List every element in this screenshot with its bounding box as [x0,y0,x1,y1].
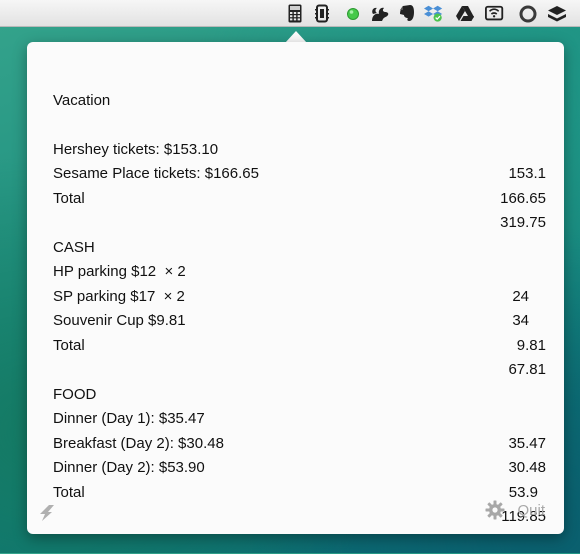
section-heading-line[interactable]: CASH [53,211,546,256]
total-line[interactable]: Total 119.85 [53,456,546,526]
total-label: Total [53,336,85,354]
dropbox-icon[interactable] [424,4,444,23]
result-value: 9.81 [516,336,546,354]
expression-line[interactable]: SP parking $17 × 2 34 [53,260,546,330]
expression-line[interactable]: Souvenir Cup $9.81 9.81 [53,285,546,354]
quit-button[interactable]: Quit [517,502,545,519]
total-line[interactable]: Total 67.81 [53,309,546,379]
calculation-sheet[interactable]: Vacation Hershey tickets: $153.10 153.1 … [53,64,546,526]
expression-line[interactable]: HP parking $12 × 2 24 [53,236,546,305]
circle-icon[interactable] [518,4,538,23]
squirrel-icon[interactable] [370,4,390,23]
expression-line[interactable]: Hershey tickets: $153.10 153.1 [53,113,546,183]
sheet-title-line[interactable]: Vacation [53,64,546,109]
calculator-icon[interactable] [285,4,305,23]
memory-clean-icon[interactable] [312,4,332,23]
google-drive-icon[interactable] [455,4,475,23]
gear-icon[interactable] [485,500,505,520]
expression-line[interactable]: Dinner (Day 1): $35.47 35.47 [53,383,546,452]
calculator-popover: Vacation Hershey tickets: $153.10 153.1 … [27,42,564,534]
expression-line[interactable]: Sesame Place tickets: $166.65 166.65 [53,138,546,207]
evernote-icon[interactable] [397,4,417,23]
footer-controls: Quit [485,500,545,520]
expression-line[interactable]: Breakfast (Day 2): $30.48 30.48 [53,407,546,477]
stack-icon[interactable] [547,4,567,23]
wifi-card-icon[interactable] [485,4,505,23]
sheet-title: Vacation [53,91,111,109]
expression-line[interactable]: Dinner (Day 2): $53.90 53.9 [53,432,546,501]
section-heading-line[interactable]: FOOD [53,358,546,403]
bolt-icon[interactable] [38,504,56,522]
menu-bar [0,0,580,27]
total-label: Total [53,483,85,501]
total-line[interactable]: Total 319.75 [53,162,546,232]
result-value: 166.65 [500,189,546,207]
green-status-dot-icon[interactable] [343,4,363,23]
total-label: Total [53,189,85,207]
